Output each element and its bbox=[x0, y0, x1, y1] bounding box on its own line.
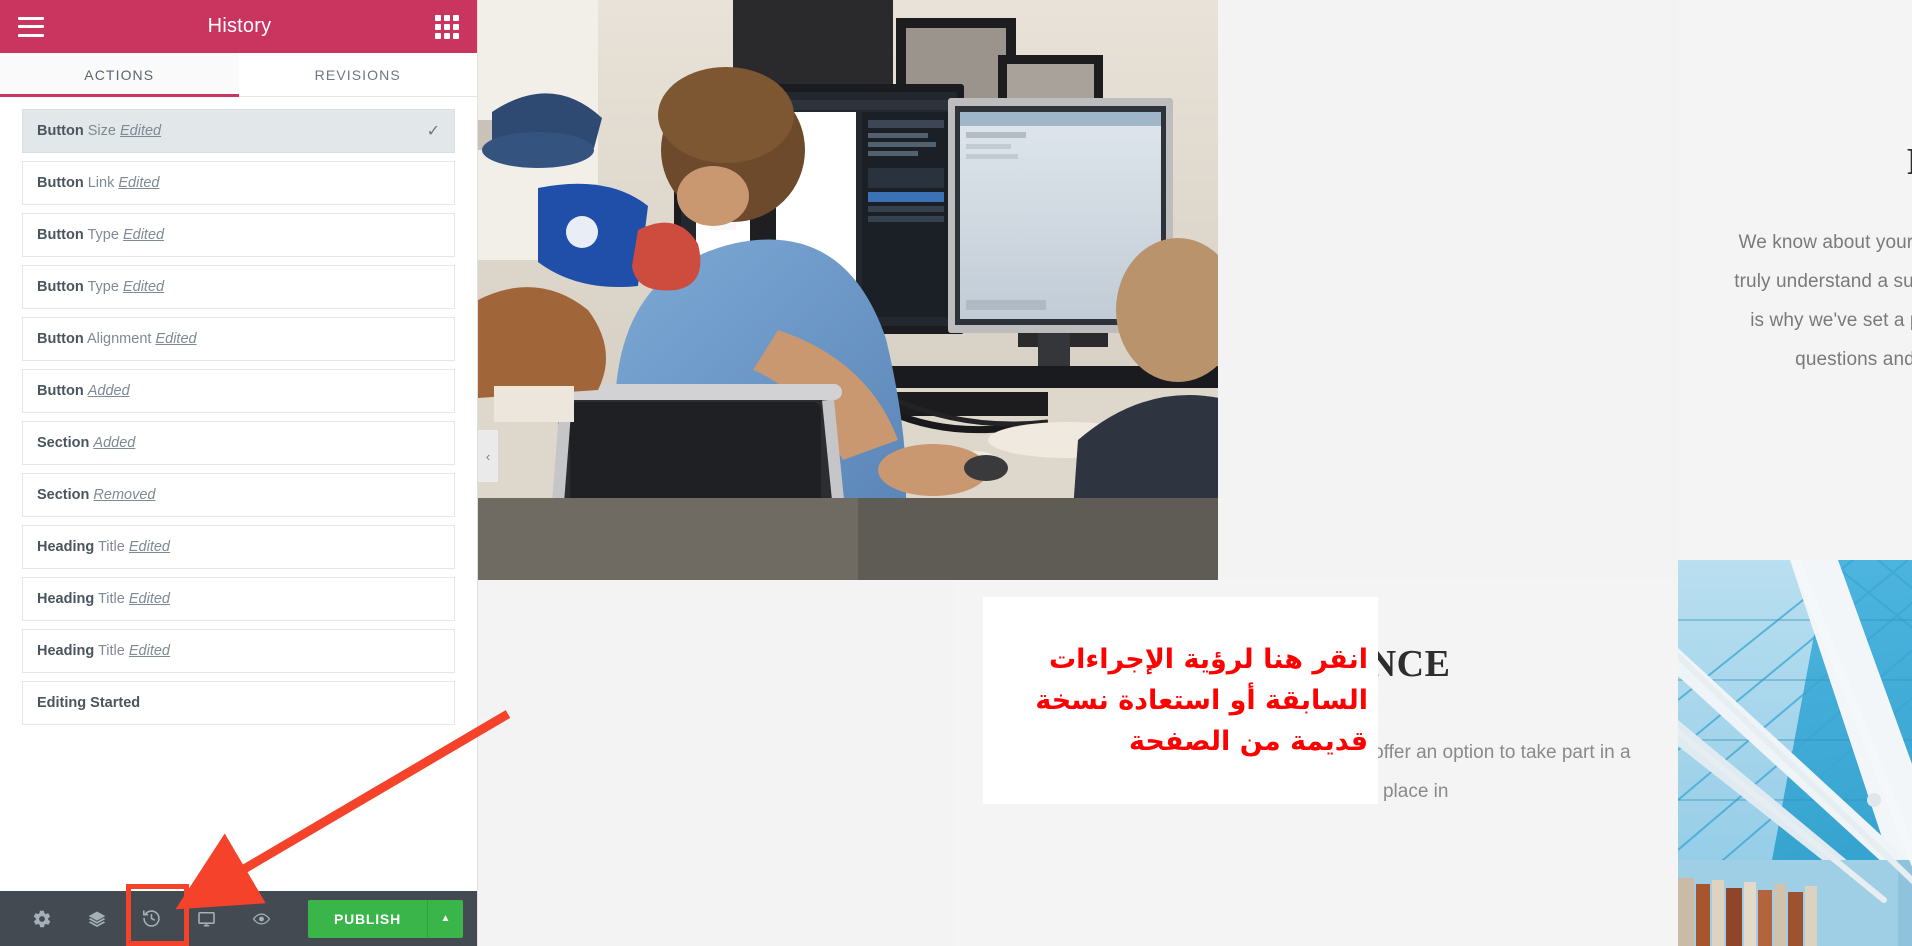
history-list-item[interactable]: Editing Started bbox=[22, 681, 455, 725]
history-list-item[interactable]: Section Added bbox=[22, 421, 455, 465]
history-item-label: Section Added bbox=[37, 435, 440, 451]
check-icon: ✓ bbox=[426, 123, 440, 140]
tab-actions-label: ACTIONS bbox=[84, 66, 155, 83]
history-item-element: Heading bbox=[37, 643, 95, 659]
preview-eye-icon[interactable] bbox=[234, 891, 289, 946]
history-item-label: Heading Title Edited bbox=[37, 591, 440, 607]
publish-button[interactable]: PUBLISH bbox=[307, 899, 427, 938]
history-item-property: Type bbox=[87, 227, 119, 243]
history-item-element: Section bbox=[37, 435, 90, 451]
history-item-label: Button Added bbox=[37, 383, 440, 399]
history-item-action: Removed bbox=[93, 487, 156, 503]
history-item-label: Section Removed bbox=[37, 487, 440, 503]
history-item-action: Edited bbox=[122, 279, 165, 295]
history-item-action: Edited bbox=[128, 539, 170, 555]
history-button-highlight bbox=[126, 884, 189, 946]
history-item-label: Heading Title Edited bbox=[37, 539, 440, 555]
history-item-label: Button Alignment Edited bbox=[37, 331, 440, 347]
history-list-item[interactable]: Heading Title Edited bbox=[22, 577, 455, 621]
editor-panel: History ACTIONS REVISIONS Button Size Ed… bbox=[0, 0, 478, 946]
history-item-label: Button Size Edited bbox=[37, 123, 427, 139]
history-item-action: Added bbox=[93, 435, 136, 451]
hamburger-icon[interactable] bbox=[18, 16, 44, 37]
history-item-label: Button Type Edited bbox=[37, 279, 440, 295]
history-item-label: Button Type Edited bbox=[37, 227, 440, 243]
history-item-action: Edited bbox=[122, 227, 165, 243]
page-title: History bbox=[207, 15, 272, 37]
panel-header: History bbox=[0, 0, 477, 53]
settings-gear-icon[interactable] bbox=[14, 891, 69, 946]
layers-navigator-icon[interactable] bbox=[69, 891, 124, 946]
elementor-editor: History ACTIONS REVISIONS Button Size Ed… bbox=[0, 0, 1912, 946]
history-item-property: Title bbox=[97, 539, 125, 555]
history-item-element: Button bbox=[37, 227, 84, 243]
history-item-label: Button Link Edited bbox=[37, 175, 440, 191]
history-list-item[interactable]: Button Link Edited bbox=[22, 161, 455, 205]
grid-apps-icon[interactable] bbox=[435, 14, 459, 39]
history-item-element: Button bbox=[37, 383, 84, 399]
history-list[interactable]: Button Size Edited ✓ Button Link Edited But… bbox=[0, 97, 477, 891]
history-item-property: Link bbox=[87, 175, 115, 191]
history-item-action: Added bbox=[87, 383, 130, 399]
history-item-element: Button bbox=[37, 279, 84, 295]
history-item-action: Edited bbox=[118, 175, 160, 191]
history-item-action: Edited bbox=[128, 643, 170, 659]
publish-label: PUBLISH bbox=[333, 910, 401, 927]
library-atrium-photo bbox=[1678, 560, 1912, 946]
history-item-label: Heading Title Edited bbox=[37, 643, 440, 659]
history-item-element: Heading bbox=[37, 539, 95, 555]
history-item-element: Button bbox=[37, 123, 84, 139]
history-item-element: Button bbox=[37, 175, 84, 191]
chevron-up-icon: ▲ bbox=[440, 913, 451, 924]
history-item-property: Alignment bbox=[86, 331, 152, 347]
tab-actions[interactable]: ACTIONS bbox=[0, 53, 239, 97]
history-item-property: Type bbox=[87, 279, 119, 295]
history-list-item[interactable]: Button Alignment Edited bbox=[22, 317, 455, 361]
history-item-action: Edited bbox=[119, 123, 162, 139]
perfection-body: We know about your hectic schedule. We a… bbox=[1734, 232, 1912, 370]
history-list-item[interactable]: Section Removed bbox=[22, 473, 455, 517]
panel-collapse-handle[interactable]: ‹ bbox=[478, 430, 498, 482]
history-item-element: Heading bbox=[37, 591, 95, 607]
history-item-action: Edited bbox=[128, 591, 170, 607]
history-list-item[interactable]: Button Type Edited bbox=[22, 213, 455, 257]
annotation-text: انقر هنا لرؤية الإجراءات السابقة أو استع… bbox=[1035, 643, 1368, 758]
perfection-section: PERFECTION We know about your hectic sch… bbox=[1678, 0, 1912, 560]
annotation-callout-box: انقر هنا لرؤية الإجراءات السابقة أو استع… bbox=[983, 597, 1378, 804]
panel-footer-toolbar: PUBLISH ▲ bbox=[0, 891, 477, 946]
page-canvas: ‹ We know about your truly understand a … bbox=[478, 0, 1912, 946]
history-item-element: Section bbox=[37, 487, 90, 503]
history-list-item[interactable]: Heading Title Edited bbox=[22, 525, 455, 569]
perfection-title: PERFECTION bbox=[1907, 140, 1912, 184]
history-list-item[interactable]: Heading Title Edited bbox=[22, 629, 455, 673]
panel-tabs: ACTIONS REVISIONS bbox=[0, 53, 477, 97]
history-item-property: Size bbox=[87, 123, 116, 139]
history-item-action: Edited bbox=[155, 331, 197, 347]
office-workstation-photo bbox=[478, 0, 1218, 580]
publish-options-button[interactable]: ▲ bbox=[427, 899, 463, 938]
history-item-property: Title bbox=[97, 591, 125, 607]
history-item-element: Editing Started bbox=[37, 695, 141, 711]
history-item-element: Button bbox=[37, 331, 84, 347]
history-list-item[interactable]: Button Size Edited ✓ bbox=[22, 109, 455, 153]
history-item-property: Title bbox=[97, 643, 125, 659]
tab-revisions[interactable]: REVISIONS bbox=[238, 53, 477, 96]
history-list-item[interactable]: Button Type Edited bbox=[22, 265, 455, 309]
history-item-label: Editing Started bbox=[37, 695, 440, 711]
history-list-item[interactable]: Button Added bbox=[22, 369, 455, 413]
tab-revisions-label: REVISIONS bbox=[314, 66, 401, 83]
chevron-left-icon: ‹ bbox=[485, 448, 491, 464]
